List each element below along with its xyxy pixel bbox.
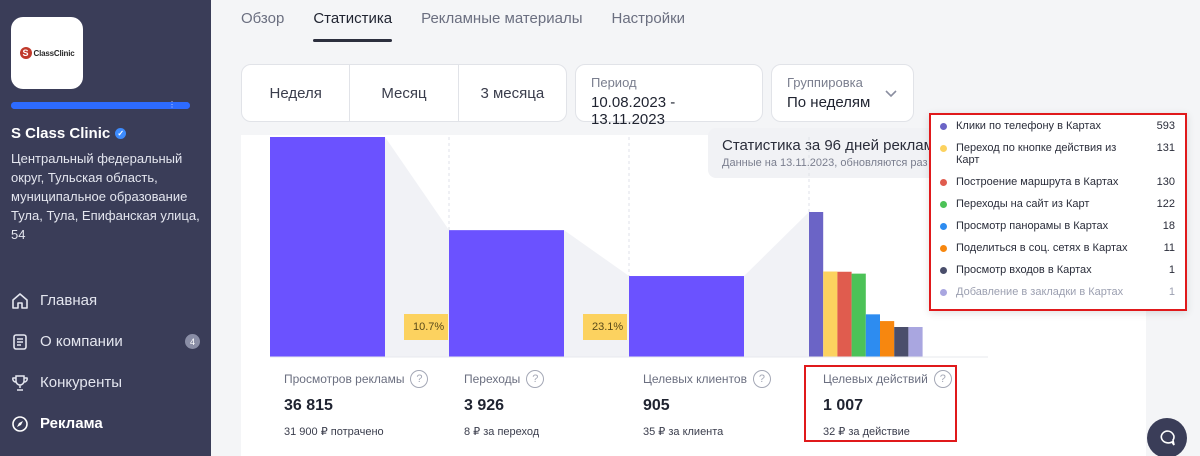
metric-value: 36 815 [284, 397, 333, 414]
legend-label: Построение маршрута в Картах [956, 176, 1119, 188]
metric-target-clients: Целевых клиентов? 905 35 ₽ за клиента [643, 370, 771, 438]
chat-icon [1160, 430, 1175, 446]
legend-item: Добавление в закладки в Картах 1 [940, 286, 1175, 298]
legend-value: 130 [1156, 176, 1175, 188]
legend-item: Клики по телефону в Картах 593 [940, 120, 1175, 132]
help-icon[interactable]: ? [526, 370, 545, 388]
metric-impressions: Просмотров рекламы? 36 815 31 900 ₽ потр… [284, 370, 429, 438]
legend-value: 11 [1163, 242, 1175, 254]
breakdown-bar [823, 271, 838, 357]
breakdown-bar [908, 327, 923, 357]
chat-button[interactable] [1147, 418, 1187, 456]
legend-dot [940, 145, 947, 152]
legend-label: Поделиться в соц. сетях в Картах [956, 242, 1128, 254]
metric-label-text: Переходы [464, 372, 521, 386]
legend-dot [940, 223, 947, 230]
conversion-value: 23.1% [592, 321, 624, 333]
legend-dot [940, 179, 947, 186]
legend-value: 131 [1156, 142, 1175, 154]
legend-item: Просмотр панорамы в Картах 18 [940, 220, 1175, 232]
funnel-bar [629, 276, 744, 357]
breakdown-bar [809, 212, 824, 357]
metric-label-text: Целевых клиентов [643, 372, 747, 386]
breakdown-bar [865, 314, 880, 357]
funnel-bar [449, 230, 564, 357]
metric-clicks: Переходы? 3 926 8 ₽ за переход [464, 370, 545, 438]
metric-value: 905 [643, 397, 670, 414]
legend-dot [940, 201, 947, 208]
funnel-connector [744, 212, 809, 357]
legend-dot [940, 289, 947, 296]
legend-dot [940, 245, 947, 252]
legend-label: Добавление в закладки в Картах [956, 286, 1124, 298]
legend-item: Переход по кнопке действия из Карт 131 [940, 142, 1175, 166]
help-icon[interactable]: ? [410, 370, 429, 388]
breakdown-bar [880, 321, 895, 357]
legend-label: Клики по телефону в Картах [956, 120, 1101, 132]
conversion-value: 10.7% [413, 321, 445, 333]
legend-value: 18 [1162, 220, 1175, 232]
legend-value: 1 [1168, 286, 1175, 298]
legend-item: Просмотр входов в Картах 1 [940, 264, 1175, 276]
metric-sub: 31 900 ₽ потрачено [284, 426, 384, 438]
help-icon[interactable]: ? [752, 370, 771, 388]
legend-dot [940, 267, 947, 274]
highlight-box [804, 365, 957, 442]
metric-label: Целевых клиентов? [643, 370, 771, 388]
metric-sub: 8 ₽ за переход [464, 426, 540, 438]
metric-value: 3 926 [464, 397, 505, 414]
actions-breakdown-legend: Клики по телефону в Картах 593 Переход по … [929, 113, 1187, 311]
breakdown-bar [894, 327, 909, 357]
legend-value: 1 [1168, 264, 1175, 276]
metric-sub: 35 ₽ за клиента [643, 426, 724, 438]
breakdown-bar [851, 273, 866, 357]
legend-item: Построение маршрута в Картах 130 [940, 176, 1175, 188]
legend-item: Переходы на сайт из Карт 122 [940, 198, 1175, 210]
breakdown-bar [837, 271, 852, 357]
funnel-bar [270, 137, 385, 357]
legend-value: 122 [1156, 198, 1175, 210]
legend-label: Просмотр панорамы в Картах [956, 220, 1109, 232]
legend-value: 593 [1156, 120, 1175, 132]
legend-item: Поделиться в соц. сетях в Картах 11 [940, 242, 1175, 254]
legend-label: Переход по кнопке действия из Карт [956, 142, 1117, 166]
legend-label: Переходы на сайт из Карт [956, 198, 1090, 210]
metric-label: Переходы? [464, 370, 545, 388]
conversion-badge: 10.7% [404, 314, 448, 340]
conversion-badge: 23.1% [583, 314, 627, 340]
legend-label: Просмотр входов в Картах [956, 264, 1092, 276]
metric-label-text: Просмотров рекламы [284, 372, 405, 386]
legend-dot [940, 123, 947, 130]
metric-label: Просмотров рекламы? [284, 370, 429, 388]
